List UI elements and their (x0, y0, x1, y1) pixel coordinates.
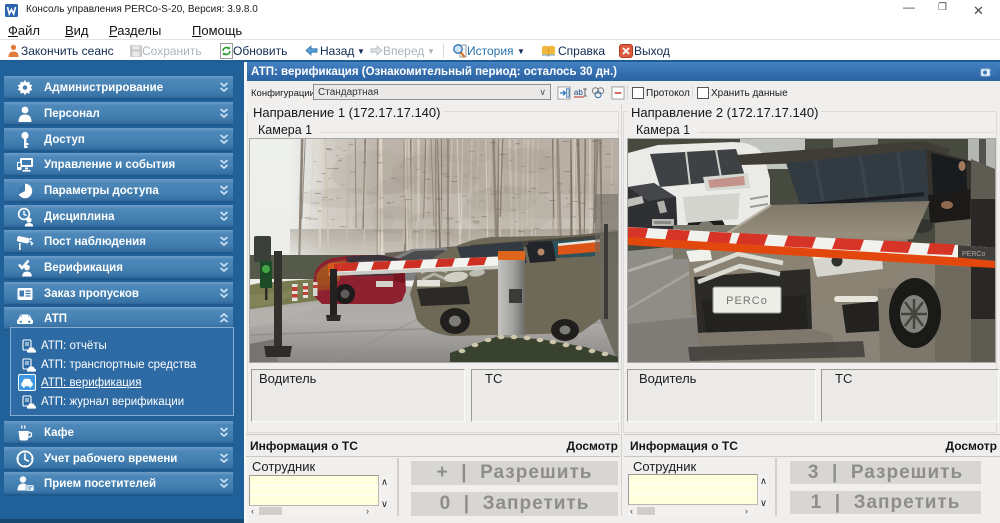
svg-text:PERCo: PERCo (962, 251, 985, 258)
svg-text:PERCo: PERCo (726, 295, 768, 307)
svg-text:ab: ab (574, 88, 583, 97)
